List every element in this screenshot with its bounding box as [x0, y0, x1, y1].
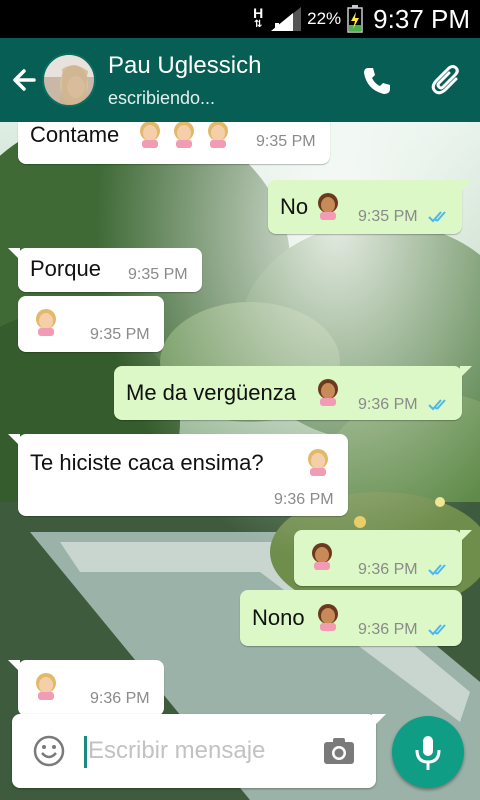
message-bubble-incoming[interactable]: 9:36 PM — [18, 660, 164, 716]
woman-tipping-hand-emoji-icon — [318, 604, 338, 631]
woman-tipping-hand-emoji-icon — [312, 543, 332, 570]
status-bar: H ⇅ 22% 9:37 PM — [0, 0, 480, 38]
phone-icon[interactable] — [356, 60, 398, 102]
chat-header: Pau Uglessich escribiendo... — [0, 38, 480, 122]
paperclip-icon[interactable] — [426, 60, 468, 102]
message-time: 9:35 PM — [358, 208, 418, 225]
read-receipt-icon — [428, 211, 446, 223]
bubble-tail — [8, 248, 20, 260]
read-receipt-icon — [428, 624, 446, 636]
compose-bar — [12, 714, 376, 788]
message-time: 9:36 PM — [274, 491, 334, 508]
message-time: 9:36 PM — [90, 690, 150, 707]
bubble-tail — [8, 660, 20, 672]
woman-light-skin-emoji-icon — [36, 309, 56, 336]
woman-tipping-hand-emoji-icon — [318, 193, 338, 220]
woman-light-skin-emoji-icon — [36, 673, 56, 700]
woman-light-skin-emoji-icon — [308, 449, 328, 476]
message-time: 9:36 PM — [358, 621, 418, 638]
contact-name[interactable]: Pau Uglessich — [108, 52, 261, 80]
message-bubble-incoming[interactable]: Porque 9:35 PM — [18, 248, 202, 292]
message-bubble-incoming[interactable]: Te hiciste caca ensima? 9:36 PM — [18, 434, 348, 516]
woman-light-skin-emoji-icon — [174, 122, 194, 148]
read-receipt-icon — [428, 399, 446, 411]
woman-tipping-hand-emoji-icon — [318, 379, 338, 406]
bubble-tail — [460, 530, 472, 542]
contact-typing-status: escribiendo... — [108, 88, 216, 108]
compose-tail — [372, 714, 386, 728]
status-time: 9:37 PM — [373, 3, 470, 34]
camera-icon[interactable] — [322, 736, 356, 766]
microphone-icon — [415, 736, 441, 770]
message-time: 9:36 PM — [358, 561, 418, 578]
smiley-icon[interactable] — [32, 734, 66, 768]
message-time: 9:35 PM — [256, 133, 316, 150]
message-time: 9:36 PM — [358, 396, 418, 413]
battery-charging-icon — [347, 5, 363, 33]
message-text: Nono — [252, 605, 305, 630]
message-bubble-incoming[interactable]: 9:35 PM — [18, 296, 164, 352]
message-text: Porque — [30, 256, 101, 281]
message-bubble-outgoing[interactable]: Me da vergüenza 9:36 PM — [114, 366, 462, 420]
microphone-button[interactable] — [392, 716, 464, 788]
text-cursor — [84, 736, 87, 768]
bubble-tail — [8, 434, 20, 446]
message-bubble-incoming[interactable]: Contame 9:35 PM — [18, 122, 330, 164]
read-receipt-icon — [428, 564, 446, 576]
message-time: 9:35 PM — [90, 326, 150, 343]
avatar[interactable] — [42, 53, 96, 107]
message-text: Contame — [30, 122, 120, 147]
bubble-tail — [460, 366, 472, 378]
battery-percent: 22% — [307, 9, 342, 28]
message-bubble-outgoing[interactable]: Nono 9:36 PM — [240, 590, 462, 646]
message-text: No — [280, 194, 309, 219]
message-input[interactable] — [88, 733, 318, 769]
message-bubble-outgoing[interactable]: No 9:35 PM — [268, 180, 462, 234]
woman-light-skin-emoji-icon — [208, 122, 228, 148]
message-text: Te hiciste caca ensima? — [30, 450, 264, 475]
chat-area[interactable]: Contame 9:35 PM No 9:35 PM Porque 9:35 P… — [0, 122, 480, 800]
message-bubble-outgoing[interactable]: 9:36 PM — [294, 530, 462, 586]
signal-strength-icon — [271, 7, 302, 31]
message-text: Me da vergüenza — [126, 380, 296, 405]
network-type-indicator: H ⇅ — [253, 5, 264, 30]
message-time: 9:35 PM — [128, 266, 188, 283]
bubble-tail — [460, 180, 472, 192]
woman-light-skin-emoji-icon — [140, 122, 160, 148]
